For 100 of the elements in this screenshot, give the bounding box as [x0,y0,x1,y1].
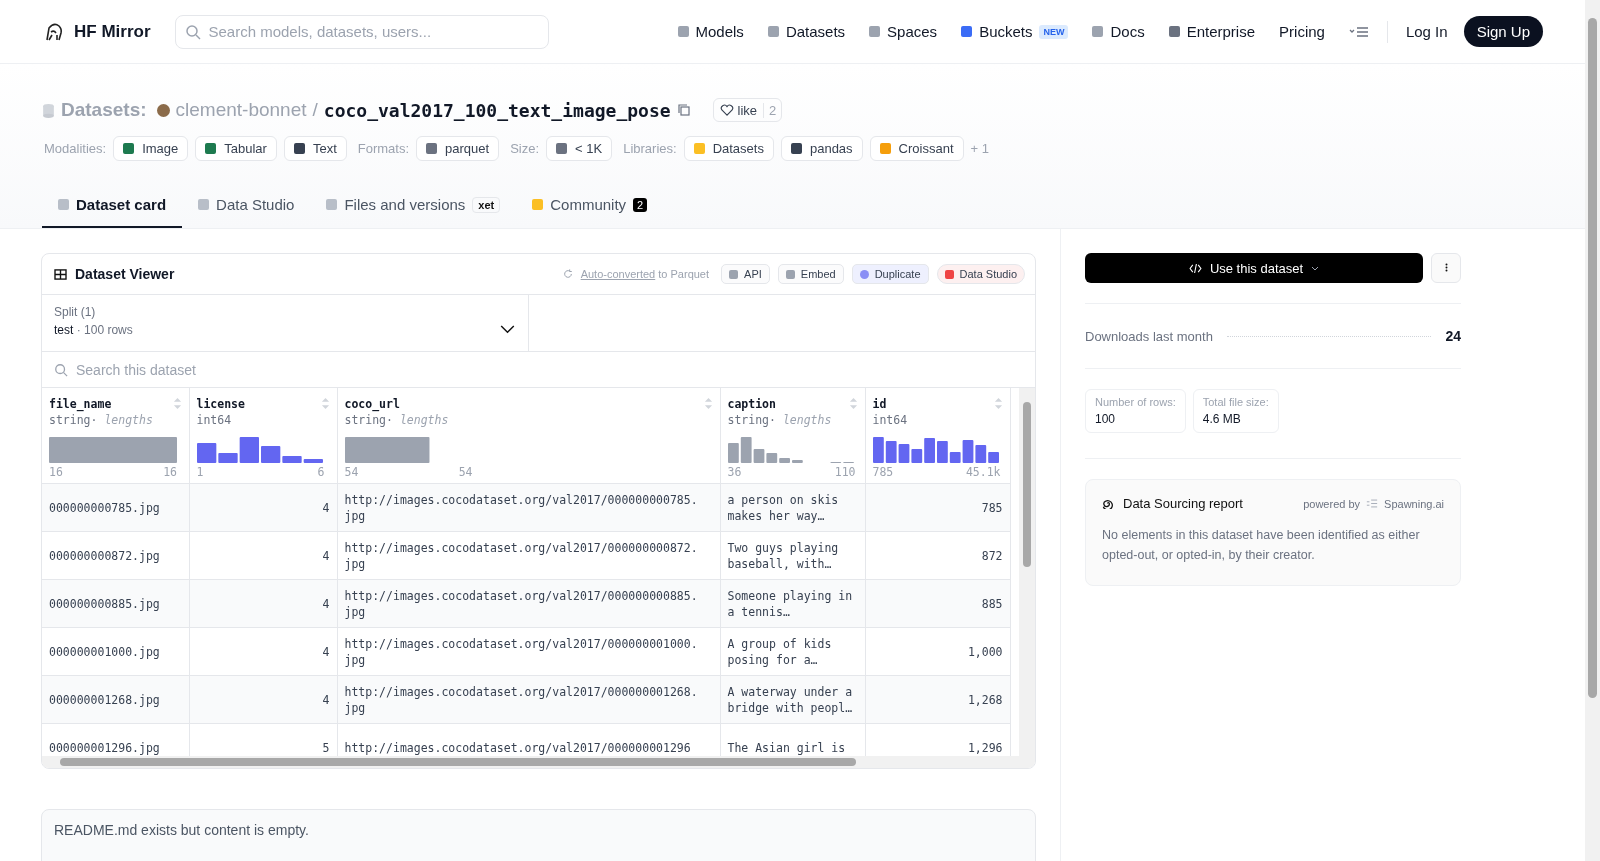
table-cell: http://images.cocodataset.org/val2017/000000001000.jpg [337,627,720,676]
range-max: 54 [458,465,473,479]
caret-icon [1311,265,1320,271]
like-button[interactable]: like [713,102,764,118]
tab[interactable]: Community 2 [516,185,664,228]
column-type: string· lengths [344,413,450,427]
refresh-icon [562,269,573,279]
tag-chip[interactable]: pandas [780,136,863,161]
table-cell: A waterway under a bridge with peopl… [720,675,865,724]
nav-link[interactable]: Buckets NEW [961,23,1069,40]
split-dropdown[interactable]: Split (1) test · 100 rows [42,295,529,351]
column-header[interactable]: coco_url string· lengths 54 54 [337,388,720,484]
table-cell: 4 [189,579,337,628]
avatar-icon [156,103,170,117]
login-link[interactable]: Log In [1405,23,1448,40]
column-header[interactable]: license int64 1 6 [189,388,337,484]
tag-chip[interactable]: < 1K [546,136,613,161]
column-type: int64 [196,413,233,427]
report-title: Data Sourcing report [1123,496,1243,511]
path-separator: / [312,99,318,121]
table-cell: 4 [189,675,337,724]
range-max: 6 [317,465,325,479]
table-cell: Someone playing in a tennis… [720,579,865,628]
horizontal-scrollbar[interactable] [42,756,1035,768]
sort-icon[interactable] [703,397,713,410]
new-badge: NEW [1039,24,1069,39]
tab[interactable]: Dataset card [42,185,183,228]
viewer-title: Dataset Viewer [75,266,175,282]
dataset-name[interactable]: coco_val2017_100_text_image_pose [323,99,671,121]
search-icon [54,363,68,377]
column-name: id [872,397,887,411]
search-field[interactable]: Search models, datasets, users... [174,14,549,49]
column-header[interactable]: file_name string· lengths 16 16 [42,388,189,484]
table-cell: A group of kids posing for a… [720,627,865,676]
nav-link[interactable]: Models [677,23,744,40]
heart-icon [719,104,734,116]
stat-value: 100 [1095,412,1117,426]
tag-group-label: Modalities: [44,141,107,156]
table-cell: http://images.cocodataset.org/val2017/000000000872.jpg [337,531,720,580]
nav-link[interactable]: Spaces [869,23,938,40]
nav-link[interactable]: Docs [1092,23,1145,40]
table-cell: 4 [189,627,337,676]
sort-icon[interactable] [172,397,182,410]
column-type: string· lengths [49,413,154,427]
table-cell: 4 [189,483,337,532]
table-cell: 000000001000.jpg [42,627,189,676]
page-scrollbar[interactable] [1585,0,1600,861]
more-options-button[interactable] [1431,253,1461,283]
tag-chip[interactable]: parquet [416,136,500,161]
tag-chip[interactable]: Tabular [195,136,277,161]
nav-link[interactable]: Datasets [767,23,846,40]
search-icon [184,23,201,40]
range-min: 36 [727,465,742,479]
sort-icon[interactable] [848,397,858,410]
viewer-button[interactable]: Embed [777,264,844,284]
viewer-button[interactable]: Duplicate [851,264,929,284]
list-icon [1366,499,1379,508]
table-cell: Two guys playing baseball, with… [720,531,865,580]
tab[interactable]: Files and versions xet [310,185,517,228]
vertical-scrollbar[interactable] [1019,388,1035,756]
tag-chip[interactable]: Image [113,136,189,161]
table-cell: 000000000885.jpg [42,579,189,628]
range-max: 16 [163,465,177,479]
tag-group-label: Size: [510,141,540,156]
stat-label: Total file size: [1202,396,1269,408]
sort-icon[interactable] [993,397,1003,410]
count-badge: 2 [633,197,648,212]
tab[interactable]: Data Studio [182,185,311,228]
table-cell: 4 [189,531,337,580]
tag-chip[interactable]: Datasets [683,136,774,161]
range-min: 54 [344,465,359,479]
viewer-button[interactable]: API [721,264,770,284]
table-cell: 000000000785.jpg [42,483,189,532]
report-text: No elements in this dataset have been identified as either opted-out, or opted-in, by their creator. [1102,527,1421,564]
tag-group-label: Formats: [357,141,410,156]
downloads-label: Downloads last month [1085,328,1213,344]
table-cell: a person on skis makes her way… [720,483,865,532]
table-cell: 885 [865,579,1010,628]
auto-converted-note: Auto-converted to Parquet [580,268,710,280]
table-cell: http://images.cocodataset.org/val2017/000000000785.jpg [337,483,720,532]
nav-link[interactable]: Enterprise [1168,23,1256,40]
column-header[interactable]: id int64 785 45.1k [865,388,1010,484]
provider-link[interactable]: Spawning.ai [1384,497,1444,510]
table-cell: http://images.cocodataset.org/val2017/000000001268.jpg [337,675,720,724]
column-name: license [196,397,245,411]
tag-chip[interactable]: Text [283,136,347,161]
stat-label: Number of rows: [1095,396,1176,408]
menu-icon[interactable] [1348,25,1369,38]
signup-button[interactable]: Sign Up [1463,16,1543,47]
tag-chip[interactable]: Croissant [869,136,964,161]
nav-link[interactable]: Pricing [1279,23,1325,40]
sort-icon[interactable] [320,397,330,410]
column-header[interactable]: caption string· lengths 36 110 [720,388,865,484]
column-name: coco_url [344,397,400,411]
use-dataset-button[interactable]: Use this dataset [1085,253,1423,283]
viewer-button[interactable]: Data Studio [936,264,1025,284]
xet-badge: xet [472,196,501,213]
range-min: 785 [872,465,894,479]
brand-name[interactable]: HF Mirror [74,21,151,42]
range-max: 110 [834,465,856,479]
